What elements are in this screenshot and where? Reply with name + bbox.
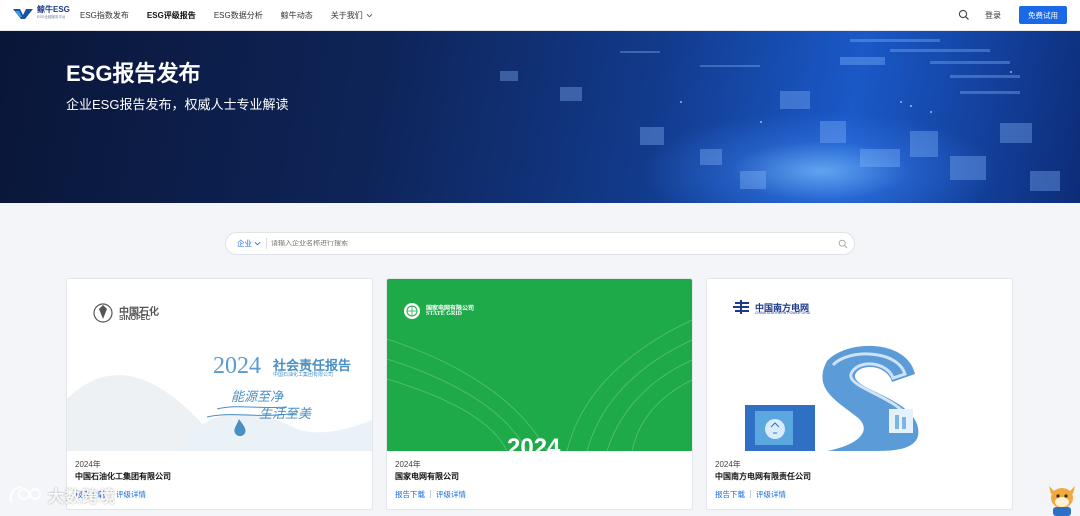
report-download-link[interactable]: 报告下载 <box>715 489 745 500</box>
logo-tagline: ESG全链服务平台 <box>37 15 66 19</box>
card-company-name: 中国石油化工集团有限公司 <box>75 472 171 481</box>
cover-brand-en: STATE GRID <box>426 311 462 317</box>
card-actions: 报告下载 评级详情 <box>715 489 786 500</box>
main-menu: ESG指数发布 ESG评级报告 ESG数据分析 鲸牛动态 关于我们 <box>80 0 391 31</box>
watermark-logo-icon <box>9 486 41 503</box>
hero-banner: ESG报告发布 企业ESG报告发布，权威人士专业解读 <box>0 31 1080 203</box>
report-cover[interactable]: 国家电网有限公司 STATE GRID 2024 <box>387 279 692 451</box>
chevron-down-icon <box>254 241 261 246</box>
cover-report-company: 中国石油化工集团有限公司 <box>273 372 334 378</box>
rating-details-link[interactable]: 评级详情 <box>436 489 466 500</box>
csg-cover-art <box>707 279 1012 451</box>
report-card[interactable]: 中国石化 SINOPEC 2024 社会责任报告 中国石油化工集团有限公司 能源… <box>66 278 373 510</box>
divider <box>750 490 751 498</box>
menu-item-about-us[interactable]: 关于我们 <box>331 10 373 21</box>
search-type-label: 企业 <box>237 239 252 248</box>
card-year: 2024年 <box>75 460 101 469</box>
cover-slogan-2: 生活至美 <box>259 406 312 421</box>
report-card[interactable]: 国家电网有限公司 STATE GRID 2024 2024年 国家电网有限公司 … <box>386 278 693 510</box>
hero-title: ESG报告发布 <box>66 61 201 86</box>
card-year: 2024年 <box>395 460 421 469</box>
csg-logo-icon <box>733 300 749 314</box>
card-year: 2024年 <box>715 460 741 469</box>
report-card[interactable]: 中国南方电网 CHINA SOUTHERN POWER GRID 2024年 中… <box>706 278 1013 510</box>
cover-brand-en: CHINA SOUTHERN POWER GRID <box>755 311 811 315</box>
logo-name: 鲸牛ESG <box>37 5 70 14</box>
search-icon[interactable] <box>838 239 848 249</box>
report-download-link[interactable]: 报告下载 <box>395 489 425 500</box>
mascot-bull-icon[interactable] <box>1045 480 1079 516</box>
cover-brand-en: SINOPEC <box>119 315 151 322</box>
report-cover[interactable]: 中国石化 SINOPEC 2024 社会责任报告 中国石油化工集团有限公司 能源… <box>67 279 372 451</box>
menu-item-about-us-label: 关于我们 <box>330 11 363 20</box>
cover-report-year: 2024 <box>507 434 561 451</box>
recycle-icon <box>765 419 785 439</box>
card-company-name: 国家电网有限公司 <box>395 472 459 481</box>
search-input[interactable] <box>271 240 831 247</box>
divider <box>430 490 431 498</box>
report-cover[interactable]: 中国南方电网 CHINA SOUTHERN POWER GRID <box>707 279 1012 451</box>
menu-item-esg-index[interactable]: ESG指数发布 <box>80 10 129 21</box>
top-nav: 鲸牛ESG ESG全链服务平台 ESG指数发布 ESG评级报告 ESG数据分析 … <box>0 0 1080 31</box>
card-actions: 报告下载 评级详情 <box>395 489 466 500</box>
hero-subtitle: 企业ESG报告发布，权威人士专业解读 <box>66 97 289 112</box>
watermark: 大数跨境 <box>8 483 116 507</box>
card-company-name: 中国南方电网有限责任公司 <box>715 472 811 481</box>
menu-item-esg-rating-report[interactable]: ESG评级报告 <box>147 10 196 21</box>
logo[interactable]: 鲸牛ESG ESG全链服务平台 <box>12 5 70 20</box>
cover-report-year: 2024 <box>213 353 261 379</box>
chevron-down-icon <box>366 13 373 18</box>
rating-details-link[interactable]: 评级详情 <box>756 489 786 500</box>
company-search-bar: 企业 <box>225 232 855 255</box>
menu-item-esg-data-analysis[interactable]: ESG数据分析 <box>214 10 263 21</box>
divider <box>266 238 267 249</box>
rating-details-link[interactable]: 评级详情 <box>116 489 146 500</box>
menu-item-news[interactable]: 鲸牛动态 <box>281 10 313 21</box>
login-link[interactable]: 登录 <box>985 10 1001 21</box>
watermark-text: 大数跨境 <box>48 489 117 506</box>
search-icon[interactable] <box>958 9 970 21</box>
free-trial-button[interactable]: 免费试用 <box>1019 6 1067 24</box>
logo-icon <box>13 8 33 19</box>
search-type-select[interactable]: 企业 <box>237 238 261 249</box>
